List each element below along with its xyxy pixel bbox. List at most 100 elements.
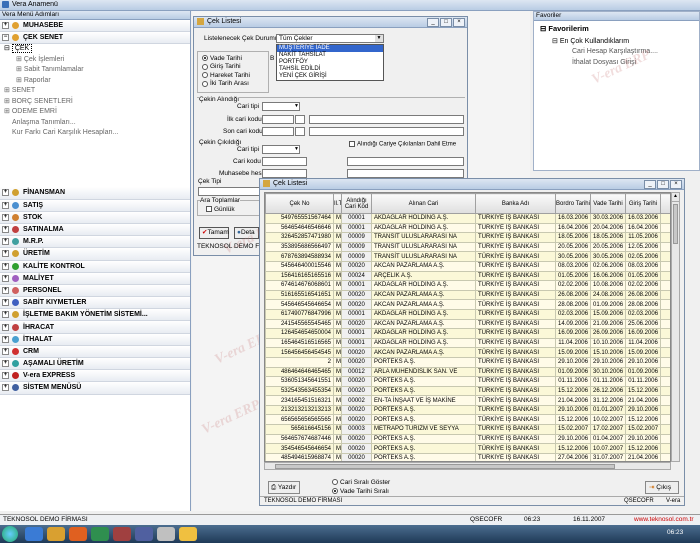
start-button[interactable] xyxy=(2,526,18,542)
maximize-icon[interactable]: □ xyxy=(440,18,452,27)
cariye-check[interactable]: Alındığı Cariye Çıkılanları Dahil Etme xyxy=(349,141,456,148)
expand-icon[interactable]: + xyxy=(2,347,9,355)
expand-icon[interactable]: + xyxy=(2,286,9,294)
tree-node-odeme-emri[interactable]: ⊞ ODEME EMRİ xyxy=(4,107,190,118)
menu-group[interactable]: + SABİT KIYMETLER xyxy=(0,297,190,310)
menu-group[interactable]: + PERSONEL xyxy=(0,284,190,298)
expand-icon[interactable]: + xyxy=(2,384,9,392)
cari-tipi2-select[interactable]: ▼ xyxy=(262,145,300,154)
column-header[interactable]: Giriş Tarihi xyxy=(625,193,661,214)
son-cari-input[interactable] xyxy=(262,127,294,136)
minimize-icon[interactable]: _ xyxy=(644,180,656,189)
cikis-button[interactable]: ⇥ Çıkış xyxy=(645,481,679,494)
tree-node-sabit-tanimlamalar[interactable]: ⊞ Sabit Tanımlamalar xyxy=(4,65,190,76)
muhasebe-input[interactable] xyxy=(262,169,307,178)
table-row[interactable]: 354546545646654 M 00020 PORTEKS A.Ş. TÜRKİYE… xyxy=(265,443,670,454)
table-row[interactable]: 156416165165516 M 00024 ARÇELİK A.Ş. TÜRKİYE… xyxy=(265,270,670,282)
table-row[interactable]: 516165516541651 M 00020 AKCAN PAZARLAMA A.Ş… xyxy=(265,289,670,301)
son-cari-lookup[interactable] xyxy=(295,127,305,136)
close-icon[interactable]: × xyxy=(453,18,465,27)
tree-node-raporlar[interactable]: ⊞ Raporlar xyxy=(4,76,190,87)
table-row[interactable]: 678763894588934 M 00009 TRANSİT ULUSLARARAS… xyxy=(265,251,670,262)
table-row[interactable]: 485494615968874 M 00020 PORTEKS A.Ş. TÜRKİYE… xyxy=(265,452,670,461)
table-row[interactable]: 213213213213213 M 00020 PORTEKS A.Ş. TÜRKİYE… xyxy=(265,404,670,416)
expand-icon[interactable]: + xyxy=(2,213,9,221)
expand-icon[interactable]: + xyxy=(2,274,9,282)
menu-group[interactable]: + SİSTEM MENÜSÜ xyxy=(0,382,190,395)
column-header[interactable]: Vade Tarihi xyxy=(590,193,626,214)
app-icon[interactable] xyxy=(134,527,153,541)
column-header[interactable]: Çek No xyxy=(265,193,334,214)
table-row[interactable]: 353895686566497 M 00009 TRANSİT ULUSLARARAS… xyxy=(265,241,670,253)
app-icon[interactable] xyxy=(112,527,131,541)
favorites-group[interactable]: ⊟ En Çok Kullandıklarım xyxy=(534,36,699,46)
durum-select[interactable]: Tüm Çekler ▼ xyxy=(276,34,384,43)
table-row[interactable]: 545646545646654 M 00020 AKCAN PAZARLAMA A.Ş… xyxy=(265,299,670,310)
radio-vade-sirali[interactable]: Vade Tarihi Sıralı xyxy=(332,487,390,496)
table-row[interactable]: 165464516516565 M 00001 AKDAĞLAR HOLDİNG A.… xyxy=(265,337,670,349)
table-row[interactable]: 565616645156 M 00003 METRAPO TURİZM VE SEYY… xyxy=(265,424,670,435)
folder-icon[interactable] xyxy=(46,527,65,541)
menu-group[interactable]: + İŞLETME BAKIM YÖNETİM SİSTEMİ... xyxy=(0,309,190,322)
vertical-scrollbar[interactable]: ▲ xyxy=(671,192,680,462)
menu-group[interactable]: + FİNANSMAN xyxy=(0,187,190,200)
table-row[interactable]: 156456456454545 M 00020 AKCAN PAZARLAMA A.Ş… xyxy=(265,347,670,358)
scroll-thumb-h[interactable] xyxy=(275,464,615,469)
chevron-down-icon[interactable]: ▼ xyxy=(375,35,383,42)
column-header[interactable]: Tutar xyxy=(660,193,670,214)
table-row[interactable]: 536051345641551 M 00020 PORTEKS A.Ş. TÜRKİYE… xyxy=(265,376,670,387)
expand-icon[interactable]: + xyxy=(2,323,9,331)
expand-icon[interactable]: + xyxy=(2,189,9,197)
tree-node-anlasma[interactable]: Anlaşma Tanımları... xyxy=(4,118,190,129)
menu-group[interactable]: + İHRACAT xyxy=(0,321,190,334)
menu-group-muhasebe[interactable]: + MUHASEBE xyxy=(0,20,190,33)
column-header[interactable]: Bordro Tarihi xyxy=(555,193,591,214)
table-row[interactable]: 241545565545465 M 00020 AKCAN PAZARLAMA A.Ş… xyxy=(265,318,670,330)
menu-group[interactable]: + KALİTE KONTROL xyxy=(0,260,190,273)
menu-group[interactable]: + İTHALAT xyxy=(0,333,190,346)
cek-tipi-input[interactable] xyxy=(198,187,262,196)
favorites-item[interactable]: Cari Hesap Karşılaştırma.... xyxy=(534,46,699,57)
media-icon[interactable] xyxy=(68,527,87,541)
expand-icon[interactable]: + xyxy=(2,201,9,209)
maximize-icon[interactable]: □ xyxy=(657,180,669,189)
tree-node-senet[interactable]: ⊞ SENET xyxy=(4,86,190,97)
cari-tipi-select[interactable]: ▼ xyxy=(262,102,300,111)
column-header[interactable]: Il.Tip xyxy=(333,193,342,214)
column-header[interactable]: Banka Adı xyxy=(475,193,556,214)
tree-node-cek[interactable]: ⊟ ÇEK xyxy=(4,44,190,55)
radio-iki-tarih-arasi[interactable]: İki Tarih Arası xyxy=(202,80,264,88)
table-row[interactable]: 486464646465465 M 00012 ARLA MÜHENDİSLİK SA… xyxy=(265,366,670,378)
yazdir-button[interactable]: ⎙ Yazdır xyxy=(268,481,300,494)
cari-kodu-input[interactable] xyxy=(262,157,307,166)
menu-group[interactable]: + ÜRETİM xyxy=(0,248,190,261)
radio-vade-tarihi[interactable]: Vade Tarihi xyxy=(202,55,264,63)
expand-icon[interactable]: + xyxy=(2,250,9,258)
menu-group[interactable]: + CRM xyxy=(0,345,190,358)
table-row[interactable]: 674614676068601 M 00001 AKDAĞLAR HOLDİNG A.… xyxy=(265,280,670,291)
expand-icon[interactable]: + xyxy=(2,335,9,343)
table-row[interactable]: 2 M 00020 PORTEKS A.Ş. TÜRKİYE İŞ BANKASI 29.… xyxy=(265,356,670,368)
menu-group[interactable]: + MALİYET xyxy=(0,272,190,285)
app-icon[interactable] xyxy=(156,527,175,541)
gunluk-check[interactable]: Günlük xyxy=(206,206,235,213)
expand-icon[interactable]: + xyxy=(2,226,9,234)
minimize-icon[interactable]: _ xyxy=(427,18,439,27)
expand-icon[interactable]: + xyxy=(2,311,9,319)
table-row[interactable]: 617490776847996 M 00001 AKDAĞLAR HOLDİNG A.… xyxy=(265,308,670,320)
tree-node-cek-islemleri[interactable]: ⊞ Çek İşlemleri xyxy=(4,55,190,66)
dropdown-option[interactable]: TAHSİL EDİLDİ xyxy=(277,66,383,73)
status-url[interactable]: www.teknosol.com.tr xyxy=(634,515,694,525)
dropdown-option[interactable]: NAKİT TAHSİLAT xyxy=(277,52,383,59)
radio-cari-sirali[interactable]: Cari Sıralı Göster xyxy=(332,478,390,487)
chevron-down-icon[interactable]: ▼ xyxy=(294,103,299,109)
menu-group[interactable]: + SATINALMA xyxy=(0,223,190,237)
table-row[interactable]: 656565656565565 M 00020 PORTEKS A.Ş. TÜRKİYE… xyxy=(265,414,670,426)
column-header[interactable]: Alınan Cari xyxy=(371,193,476,214)
table-row[interactable]: 564657674687446 M 00020 PORTEKS A.Ş. TÜRKİYE… xyxy=(265,433,670,445)
ilk-cari-lookup[interactable] xyxy=(295,115,305,124)
table-row[interactable]: 549765551567464 M 00001 AKDAĞLAR HOLDİNG A.… xyxy=(265,213,670,224)
dropdown-option[interactable]: MÜŞTERİYE İADE xyxy=(277,45,383,52)
ie-icon[interactable] xyxy=(25,527,43,541)
app-icon[interactable] xyxy=(90,527,109,541)
